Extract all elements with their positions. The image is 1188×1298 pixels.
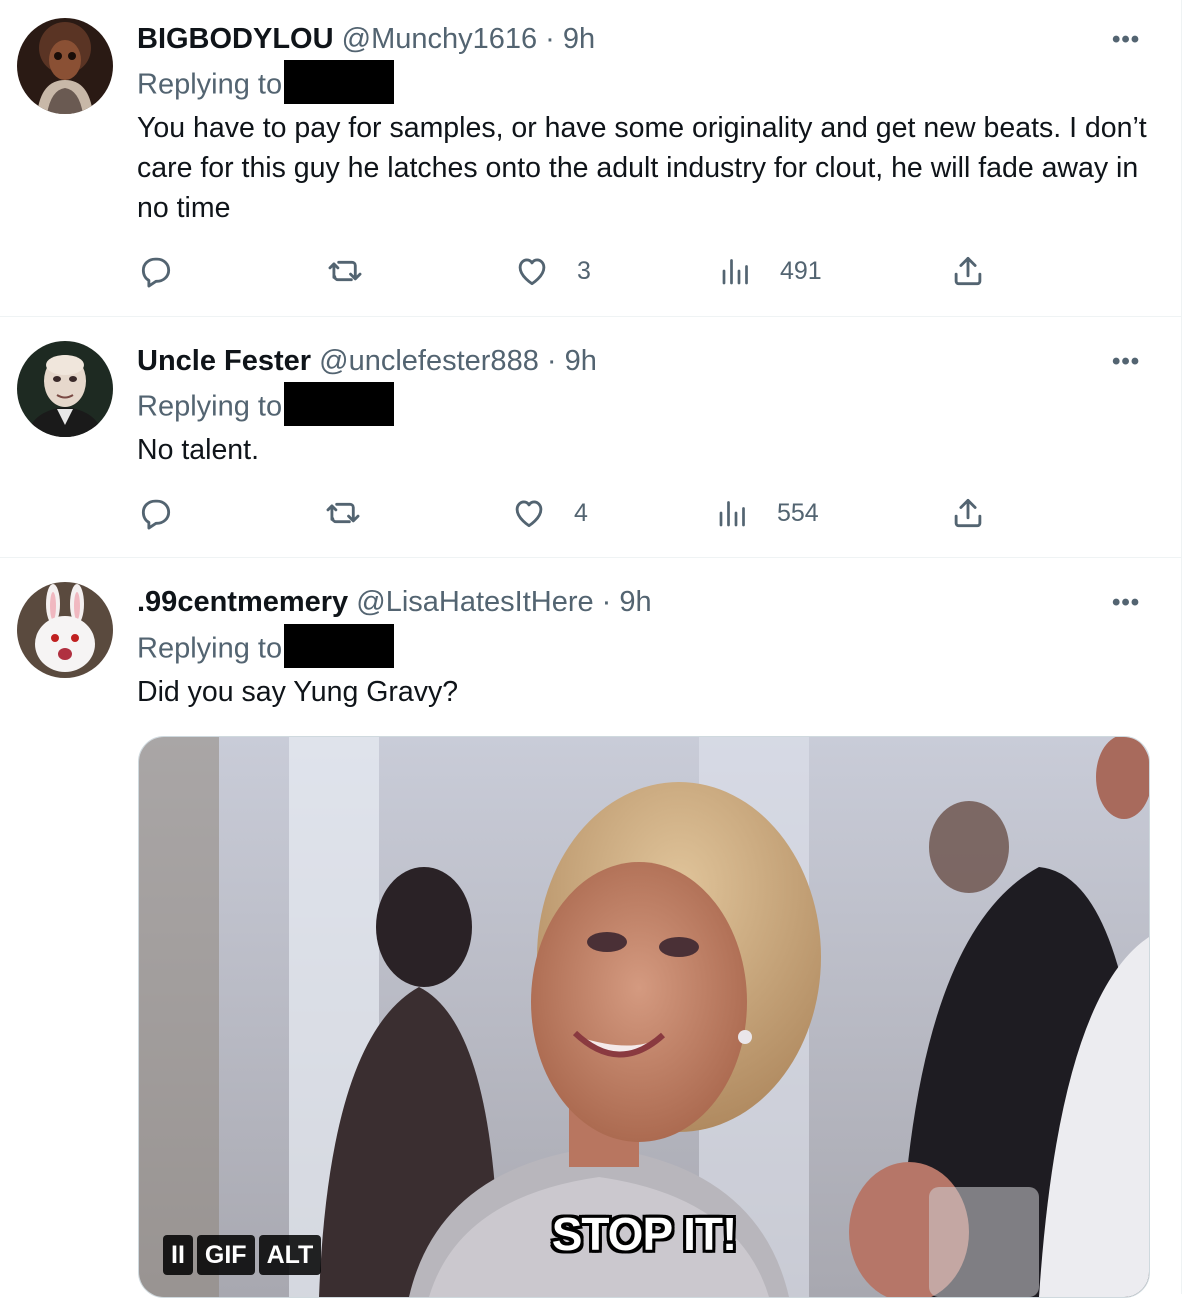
redacted-handle — [284, 382, 395, 426]
retweet-icon — [326, 502, 360, 524]
share-button[interactable] — [949, 252, 987, 290]
gif-badges: II GIF ALT — [163, 1235, 325, 1275]
replying-to: Replying to — [137, 624, 395, 672]
display-name[interactable]: .99centmemery — [137, 586, 348, 618]
tweet-text: You have to pay for samples, or have som… — [137, 112, 1147, 224]
like-button[interactable]: 3 — [513, 252, 591, 290]
views-button[interactable]: 554 — [715, 494, 819, 532]
tweet-header: .99centmemery @LisaHatesItHere · 9h — [137, 583, 652, 621]
avatar[interactable] — [17, 582, 113, 678]
more-icon[interactable]: ••• — [1112, 589, 1140, 617]
like-icon — [515, 500, 543, 528]
tweet[interactable]: BIGBODYLOU @Munchy1616 · 9h ••• Replying… — [0, 0, 1182, 316]
tweet-text: Did you say Yung Gravy? — [137, 676, 459, 708]
alt-button[interactable]: ALT — [258, 1235, 322, 1275]
views-icon — [719, 501, 745, 527]
gif-badge: GIF — [196, 1235, 255, 1275]
reply-button[interactable] — [137, 494, 175, 532]
action-bar: 3 491 — [0, 252, 1182, 292]
reply-button[interactable] — [137, 252, 175, 290]
redacted-handle — [284, 60, 395, 104]
share-icon — [954, 498, 982, 528]
user-handle[interactable]: @unclefester888 — [319, 345, 539, 377]
pause-button[interactable]: II — [163, 1235, 193, 1275]
replying-to-label: Replying to — [137, 632, 283, 665]
share-icon — [954, 256, 982, 286]
timestamp[interactable]: 9h — [563, 23, 595, 55]
like-count: 3 — [577, 256, 591, 285]
like-icon — [518, 258, 546, 286]
retweet-button[interactable] — [323, 494, 363, 532]
user-handle[interactable]: @LisaHatesItHere — [356, 586, 593, 618]
timestamp[interactable]: 9h — [619, 586, 651, 618]
tweet-header: Uncle Fester @unclefester888 · 9h — [137, 342, 597, 380]
more-icon[interactable]: ••• — [1112, 26, 1140, 54]
avatar[interactable] — [17, 341, 113, 437]
reply-icon — [141, 257, 171, 288]
display-name[interactable]: BIGBODYLOU — [137, 23, 334, 55]
separator-dot: · — [537, 23, 563, 55]
views-button[interactable]: 491 — [718, 252, 822, 290]
gif-media[interactable]: STOP IT! II GIF ALT — [138, 736, 1150, 1298]
user-handle[interactable]: @Munchy1616 — [342, 23, 538, 55]
retweet-icon — [328, 260, 362, 282]
tweet-header: BIGBODYLOU @Munchy1616 · 9h — [137, 20, 595, 58]
separator-dot: · — [593, 586, 620, 618]
replying-to: Replying to — [137, 60, 395, 108]
views-count: 491 — [780, 256, 822, 285]
replying-to: Replying to — [137, 382, 395, 430]
action-bar: 4 554 — [0, 494, 1182, 534]
tweet-text: No talent. — [137, 434, 259, 466]
views-count: 554 — [777, 498, 819, 527]
retweet-button[interactable] — [325, 252, 365, 290]
replying-to-label: Replying to — [137, 68, 283, 101]
reply-icon — [141, 499, 171, 530]
redacted-handle — [284, 624, 395, 668]
avatar[interactable] — [17, 18, 113, 114]
views-icon — [722, 259, 748, 285]
timestamp[interactable]: 9h — [565, 345, 597, 377]
like-button[interactable]: 4 — [510, 494, 588, 532]
display-name[interactable]: Uncle Fester — [137, 345, 311, 377]
more-icon[interactable]: ••• — [1112, 348, 1140, 376]
share-button[interactable] — [949, 494, 987, 532]
separator-dot: · — [538, 345, 565, 377]
tweet[interactable]: Uncle Fester @unclefester888 · 9h ••• Re… — [0, 317, 1182, 557]
like-count: 4 — [574, 498, 588, 527]
replying-to-label: Replying to — [137, 390, 283, 423]
